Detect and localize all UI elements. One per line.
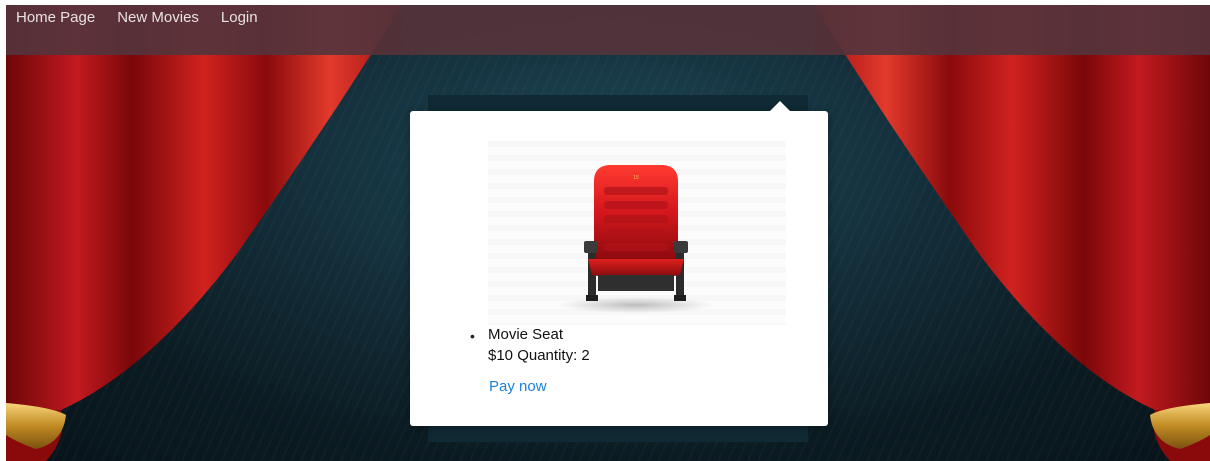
item-price: $10 — [488, 347, 514, 364]
left-curtain — [6, 5, 401, 461]
seat-number: 15 — [633, 175, 639, 181]
cart-item: • Movie Seat $10 Quantity: 2 — [470, 325, 590, 366]
item-quantity: 2 — [581, 347, 590, 364]
right-curtain — [815, 5, 1210, 461]
popup-arrow — [770, 101, 790, 111]
item-quantity-label: Quantity: — [517, 347, 578, 364]
nav-login[interactable]: Login — [221, 9, 258, 27]
nav-new-movies[interactable]: New Movies — [117, 9, 199, 27]
top-navbar: Home Page New Movies Login — [6, 5, 1210, 55]
cart-popup: 15 • Movie Seat $10 Quantity: 2 Pay now — [410, 111, 828, 426]
item-name: Movie Seat — [488, 326, 564, 343]
list-bullet: • — [470, 328, 475, 344]
cart-item-list: • Movie Seat $10 Quantity: 2 — [470, 325, 590, 366]
pay-now-link[interactable]: Pay now — [489, 378, 547, 395]
movie-seat-image: 15 — [488, 141, 786, 325]
nav-home-page[interactable]: Home Page — [16, 9, 95, 27]
